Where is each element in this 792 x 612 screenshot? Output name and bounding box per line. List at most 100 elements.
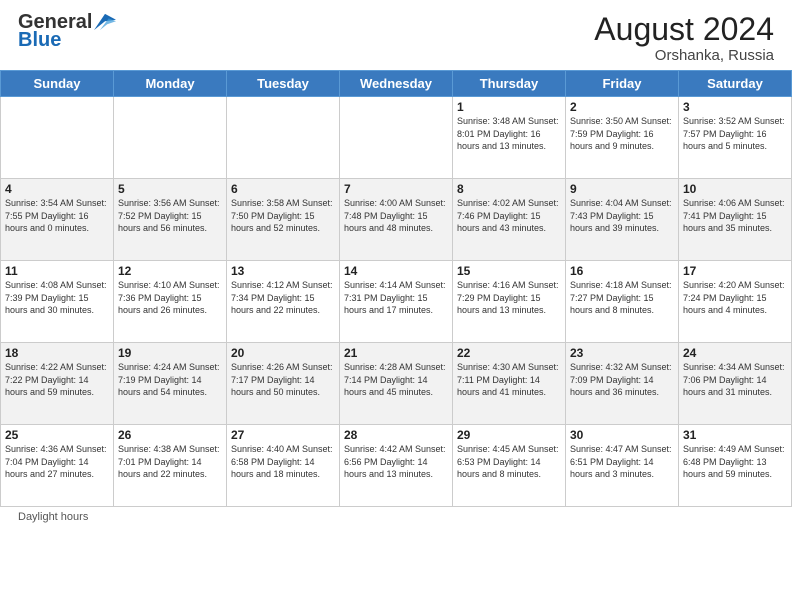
calendar-header-row: SundayMondayTuesdayWednesdayThursdayFrid… [1,71,792,97]
logo: General Blue [18,12,116,50]
header: General Blue August 2024 Orshanka, Russi… [0,0,792,70]
day-number: 14 [344,264,448,278]
day-info: Sunrise: 4:08 AM Sunset: 7:39 PM Dayligh… [5,279,109,317]
day-info: Sunrise: 4:18 AM Sunset: 7:27 PM Dayligh… [570,279,674,317]
day-number: 7 [344,182,448,196]
day-number: 27 [231,428,335,442]
calendar-cell: 14Sunrise: 4:14 AM Sunset: 7:31 PM Dayli… [340,261,453,343]
col-header-friday: Friday [566,71,679,97]
col-header-monday: Monday [114,71,227,97]
day-number: 30 [570,428,674,442]
calendar-cell: 5Sunrise: 3:56 AM Sunset: 7:52 PM Daylig… [114,179,227,261]
calendar-cell: 25Sunrise: 4:36 AM Sunset: 7:04 PM Dayli… [1,425,114,507]
day-number: 16 [570,264,674,278]
calendar-cell: 11Sunrise: 4:08 AM Sunset: 7:39 PM Dayli… [1,261,114,343]
calendar-cell: 2Sunrise: 3:50 AM Sunset: 7:59 PM Daylig… [566,97,679,179]
calendar-cell: 18Sunrise: 4:22 AM Sunset: 7:22 PM Dayli… [1,343,114,425]
day-info: Sunrise: 4:06 AM Sunset: 7:41 PM Dayligh… [683,197,787,235]
day-info: Sunrise: 4:42 AM Sunset: 6:56 PM Dayligh… [344,443,448,481]
day-info: Sunrise: 4:34 AM Sunset: 7:06 PM Dayligh… [683,361,787,399]
day-info: Sunrise: 3:50 AM Sunset: 7:59 PM Dayligh… [570,115,674,153]
calendar-cell: 3Sunrise: 3:52 AM Sunset: 7:57 PM Daylig… [679,97,792,179]
col-header-thursday: Thursday [453,71,566,97]
calendar-table: SundayMondayTuesdayWednesdayThursdayFrid… [0,70,792,507]
day-info: Sunrise: 4:40 AM Sunset: 6:58 PM Dayligh… [231,443,335,481]
day-number: 19 [118,346,222,360]
day-number: 25 [5,428,109,442]
calendar-cell: 1Sunrise: 3:48 AM Sunset: 8:01 PM Daylig… [453,97,566,179]
day-info: Sunrise: 4:30 AM Sunset: 7:11 PM Dayligh… [457,361,561,399]
day-info: Sunrise: 4:38 AM Sunset: 7:01 PM Dayligh… [118,443,222,481]
day-info: Sunrise: 4:47 AM Sunset: 6:51 PM Dayligh… [570,443,674,481]
col-header-tuesday: Tuesday [227,71,340,97]
day-info: Sunrise: 4:00 AM Sunset: 7:48 PM Dayligh… [344,197,448,235]
calendar-week-1: 1Sunrise: 3:48 AM Sunset: 8:01 PM Daylig… [1,97,792,179]
day-number: 17 [683,264,787,278]
calendar-cell [1,97,114,179]
day-info: Sunrise: 4:12 AM Sunset: 7:34 PM Dayligh… [231,279,335,317]
day-info: Sunrise: 4:26 AM Sunset: 7:17 PM Dayligh… [231,361,335,399]
day-number: 12 [118,264,222,278]
day-info: Sunrise: 4:16 AM Sunset: 7:29 PM Dayligh… [457,279,561,317]
daylight-hours-label: Daylight hours [18,511,88,523]
calendar-cell: 26Sunrise: 4:38 AM Sunset: 7:01 PM Dayli… [114,425,227,507]
calendar-cell: 7Sunrise: 4:00 AM Sunset: 7:48 PM Daylig… [340,179,453,261]
calendar-cell [114,97,227,179]
calendar-cell: 22Sunrise: 4:30 AM Sunset: 7:11 PM Dayli… [453,343,566,425]
day-number: 9 [570,182,674,196]
logo-bird-icon [94,13,116,31]
calendar-cell: 19Sunrise: 4:24 AM Sunset: 7:19 PM Dayli… [114,343,227,425]
day-number: 1 [457,100,561,114]
day-number: 24 [683,346,787,360]
calendar-week-5: 25Sunrise: 4:36 AM Sunset: 7:04 PM Dayli… [1,425,792,507]
calendar-cell: 15Sunrise: 4:16 AM Sunset: 7:29 PM Dayli… [453,261,566,343]
day-number: 4 [5,182,109,196]
day-number: 6 [231,182,335,196]
calendar-cell: 4Sunrise: 3:54 AM Sunset: 7:55 PM Daylig… [1,179,114,261]
day-number: 15 [457,264,561,278]
day-info: Sunrise: 4:49 AM Sunset: 6:48 PM Dayligh… [683,443,787,481]
day-number: 31 [683,428,787,442]
calendar-cell [227,97,340,179]
calendar-cell: 29Sunrise: 4:45 AM Sunset: 6:53 PM Dayli… [453,425,566,507]
day-info: Sunrise: 4:24 AM Sunset: 7:19 PM Dayligh… [118,361,222,399]
day-number: 13 [231,264,335,278]
calendar-cell: 20Sunrise: 4:26 AM Sunset: 7:17 PM Dayli… [227,343,340,425]
day-info: Sunrise: 4:36 AM Sunset: 7:04 PM Dayligh… [5,443,109,481]
calendar-cell: 23Sunrise: 4:32 AM Sunset: 7:09 PM Dayli… [566,343,679,425]
day-number: 3 [683,100,787,114]
calendar-cell: 13Sunrise: 4:12 AM Sunset: 7:34 PM Dayli… [227,261,340,343]
col-header-sunday: Sunday [1,71,114,97]
day-number: 21 [344,346,448,360]
day-number: 8 [457,182,561,196]
day-number: 20 [231,346,335,360]
day-number: 10 [683,182,787,196]
col-header-saturday: Saturday [679,71,792,97]
day-info: Sunrise: 4:22 AM Sunset: 7:22 PM Dayligh… [5,361,109,399]
day-info: Sunrise: 4:14 AM Sunset: 7:31 PM Dayligh… [344,279,448,317]
calendar-cell: 12Sunrise: 4:10 AM Sunset: 7:36 PM Dayli… [114,261,227,343]
day-info: Sunrise: 4:45 AM Sunset: 6:53 PM Dayligh… [457,443,561,481]
day-info: Sunrise: 3:58 AM Sunset: 7:50 PM Dayligh… [231,197,335,235]
month-year-title: August 2024 [594,12,774,47]
calendar-cell: 17Sunrise: 4:20 AM Sunset: 7:24 PM Dayli… [679,261,792,343]
calendar-cell: 6Sunrise: 3:58 AM Sunset: 7:50 PM Daylig… [227,179,340,261]
day-number: 18 [5,346,109,360]
day-info: Sunrise: 3:48 AM Sunset: 8:01 PM Dayligh… [457,115,561,153]
day-info: Sunrise: 4:10 AM Sunset: 7:36 PM Dayligh… [118,279,222,317]
calendar-cell: 30Sunrise: 4:47 AM Sunset: 6:51 PM Dayli… [566,425,679,507]
day-info: Sunrise: 4:02 AM Sunset: 7:46 PM Dayligh… [457,197,561,235]
day-number: 5 [118,182,222,196]
day-number: 26 [118,428,222,442]
day-number: 23 [570,346,674,360]
day-number: 28 [344,428,448,442]
day-number: 2 [570,100,674,114]
calendar-week-4: 18Sunrise: 4:22 AM Sunset: 7:22 PM Dayli… [1,343,792,425]
day-number: 29 [457,428,561,442]
day-info: Sunrise: 3:56 AM Sunset: 7:52 PM Dayligh… [118,197,222,235]
footer: Daylight hours [0,507,792,527]
logo-blue-text: Blue [18,30,61,50]
calendar-week-3: 11Sunrise: 4:08 AM Sunset: 7:39 PM Dayli… [1,261,792,343]
day-info: Sunrise: 4:28 AM Sunset: 7:14 PM Dayligh… [344,361,448,399]
calendar-cell: 31Sunrise: 4:49 AM Sunset: 6:48 PM Dayli… [679,425,792,507]
